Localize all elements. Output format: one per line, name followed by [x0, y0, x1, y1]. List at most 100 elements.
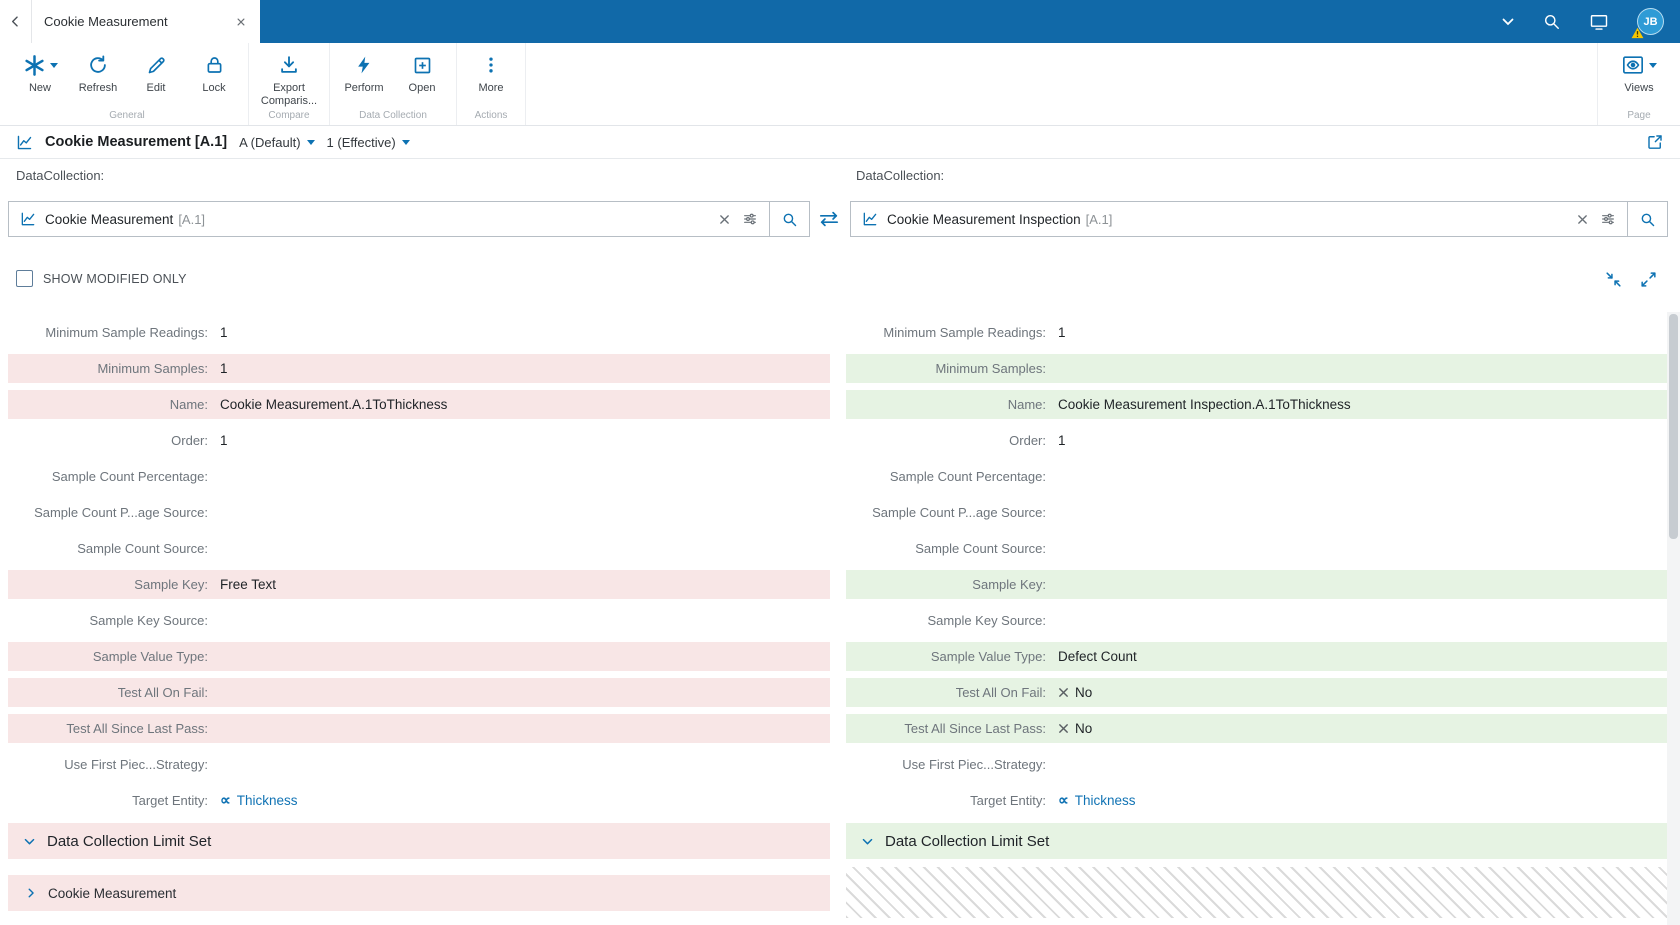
field-value: 1	[1058, 325, 1066, 340]
field-row: Sample Value Type: Defect Count	[846, 642, 1668, 671]
field-row: Test All On Fail:	[8, 678, 830, 707]
ribbon-group-label-compare: Compare	[268, 110, 310, 121]
left-column-rows: Minimum Sample Readings: 1 Minimum Samples…	[8, 318, 830, 815]
revision-selector[interactable]: 1 (Effective)	[327, 135, 410, 150]
field-row: Test All On Fail: No	[846, 678, 1668, 707]
open-button-label: Open	[408, 82, 436, 94]
field-label: Order:	[1009, 433, 1046, 448]
field-value: Free Text	[220, 577, 277, 592]
open-button[interactable]: Open	[393, 50, 451, 95]
field-value: Cookie Measurement Inspection.A.1ToThick…	[1058, 397, 1351, 412]
ribbon-group-general: New Refresh Edit Lock General	[6, 43, 249, 125]
vertical-scrollbar[interactable]	[1667, 312, 1680, 925]
field-row: Sample Key Source:	[846, 606, 1668, 635]
field-label: Test All Since Last Pass:	[66, 721, 208, 736]
field-value: 1	[220, 325, 228, 340]
views-button[interactable]: Views	[1610, 50, 1668, 95]
field-label: Sample Count Percentage:	[51, 469, 208, 484]
line-chart-icon	[862, 211, 878, 227]
search-button[interactable]	[1627, 202, 1667, 236]
topbar-search-icon[interactable]	[1542, 12, 1561, 31]
filter-sliders-icon[interactable]	[742, 211, 758, 227]
field-label: Sample Value Type:	[92, 649, 208, 664]
field-label: Sample Count Source:	[915, 541, 1046, 556]
export-comparison-button-label: Export Comparis...	[260, 82, 318, 107]
swap-icon[interactable]	[815, 209, 843, 229]
collapsed-item-label: Cookie Measurement	[48, 885, 177, 901]
field-label: Sample Count P...age Source:	[872, 505, 1046, 520]
field-label: Sample Count Source:	[77, 541, 208, 556]
clear-icon[interactable]	[715, 210, 734, 229]
topbar-chevron-down-icon[interactable]	[1502, 18, 1514, 26]
section-header-data-collection-limit-set[interactable]: Data Collection Limit Set	[846, 823, 1668, 859]
field-label: Minimum Sample Readings:	[883, 325, 1046, 340]
field-row: Sample Key:	[846, 570, 1668, 599]
field-row: Sample Value Type:	[8, 642, 830, 671]
field-label: Minimum Samples:	[935, 361, 1046, 376]
version-selector[interactable]: A (Default)	[239, 134, 315, 150]
field-row: Sample Count Source:	[846, 534, 1668, 563]
refresh-button-label: Refresh	[78, 82, 118, 94]
more-icon	[481, 54, 501, 76]
target-entity-link[interactable]: ∝ Thickness	[220, 793, 298, 808]
collapse-all-icon[interactable]	[1604, 270, 1623, 289]
refresh-button[interactable]: Refresh	[69, 50, 127, 95]
open-in-window-icon[interactable]	[1646, 133, 1664, 151]
field-row: Test All Since Last Pass: No	[846, 714, 1668, 743]
edit-icon	[146, 55, 167, 76]
new-button[interactable]: New	[11, 50, 69, 95]
field-label: Use First Piec...Strategy:	[902, 757, 1046, 772]
field-row: Minimum Sample Readings: 1	[846, 318, 1668, 347]
datacollection-input-right[interactable]: Cookie Measurement Inspection [A.1]	[850, 201, 1668, 237]
ribbon-group-label-actions: Actions	[474, 110, 508, 121]
ribbon-group-label-data-collection: Data Collection	[359, 110, 427, 121]
entity-icon: ∝	[220, 792, 231, 809]
export-comparison-button[interactable]: Export Comparis...	[254, 50, 324, 107]
clear-icon[interactable]	[1573, 210, 1592, 229]
field-label: Minimum Samples:	[97, 361, 208, 376]
field-value: 1	[1058, 433, 1066, 448]
expand-all-icon[interactable]	[1639, 270, 1658, 289]
field-row: Order: 1	[8, 426, 830, 455]
entity-icon: ∝	[1058, 792, 1069, 809]
app-window: Cookie Measurement JB New Refresh Edit L…	[0, 0, 1680, 925]
tab-title: Cookie Measurement	[44, 14, 168, 29]
breadcrumb: Cookie Measurement [A.1] A (Default) 1 (…	[0, 126, 1680, 159]
avatar[interactable]: JB	[1631, 8, 1664, 39]
version-label: A (Default)	[239, 134, 301, 150]
field-row: Sample Key: Free Text	[8, 570, 830, 599]
field-row: Sample Count P...age Source:	[8, 498, 830, 527]
back-button[interactable]	[0, 0, 32, 43]
tab-close-icon[interactable]	[232, 13, 250, 31]
field-value: 1	[220, 433, 228, 448]
collapsed-item-cookie-measurement[interactable]: Cookie Measurement	[8, 875, 830, 911]
line-chart-icon	[16, 134, 33, 151]
search-button[interactable]	[769, 202, 809, 236]
section-header-data-collection-limit-set[interactable]: Data Collection Limit Set	[8, 823, 830, 859]
new-icon	[23, 54, 46, 77]
datacollection-input-left[interactable]: Cookie Measurement [A.1]	[8, 201, 810, 237]
x-icon	[1059, 724, 1068, 733]
field-label: Test All On Fail:	[955, 685, 1046, 700]
target-entity-link[interactable]: ∝ Thickness	[1058, 793, 1136, 808]
filter-sliders-icon[interactable]	[1600, 211, 1616, 227]
field-row: Use First Piec...Strategy:	[8, 750, 830, 779]
field-label: Test All Since Last Pass:	[904, 721, 1046, 736]
chevron-left-icon	[8, 14, 23, 29]
edit-button[interactable]: Edit	[127, 50, 185, 95]
perform-button-label: Perform	[344, 82, 384, 94]
chevron-down-icon	[306, 139, 315, 145]
field-label: Test All On Fail:	[117, 685, 208, 700]
perform-button[interactable]: Perform	[335, 50, 393, 95]
new-button-label: New	[28, 82, 51, 94]
field-row: Sample Count Percentage:	[846, 462, 1668, 491]
tab-cookie-measurement[interactable]: Cookie Measurement	[32, 0, 260, 43]
field-row: Sample Count Percentage:	[8, 462, 830, 491]
scrollbar-thumb[interactable]	[1669, 314, 1678, 539]
show-modified-only-checkbox[interactable]	[16, 270, 33, 287]
more-button[interactable]: More	[462, 50, 520, 95]
lock-button[interactable]: Lock	[185, 50, 243, 95]
ribbon-group-actions: More Actions	[457, 43, 526, 125]
field-label: Sample Count P...age Source:	[34, 505, 208, 520]
topbar-monitor-icon[interactable]	[1589, 12, 1609, 32]
